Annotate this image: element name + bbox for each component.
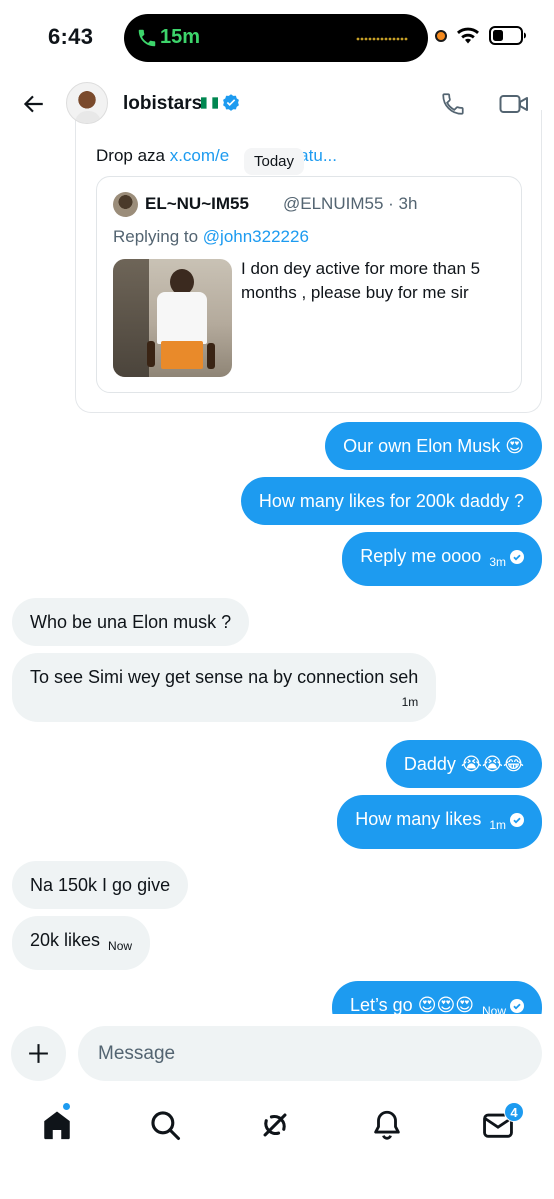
recording-indicator-dot — [435, 30, 447, 42]
tweet-photo[interactable] — [113, 259, 232, 377]
tweet-text: I don dey active for more than 5 months … — [241, 259, 481, 302]
message-bubble-sent[interactable]: Our own Elon Musk 😍 — [325, 422, 542, 470]
message-bubble-received[interactable]: To see Simi wey get sense na by connecti… — [12, 653, 437, 722]
message-bubble-sent[interactable]: How many likes 1m — [337, 795, 542, 849]
message-bubble-received[interactable]: 20k likes Now — [12, 916, 151, 970]
avatar[interactable] — [66, 82, 108, 124]
search-icon[interactable] — [148, 1108, 182, 1142]
photo-bottle-right — [207, 343, 215, 369]
call-duration: 15m — [160, 26, 201, 48]
replying-to-line: Replying to @john322226 — [113, 227, 309, 246]
message-bubble-received[interactable]: Who be una Elon musk ? — [12, 598, 250, 646]
plus-icon — [29, 1044, 48, 1063]
video-camera-icon[interactable] — [499, 91, 529, 117]
photo-child-shorts — [161, 341, 203, 369]
audio-waveform-icon — [356, 37, 408, 41]
conversation-header-bar: lobistars — [0, 76, 554, 134]
attach-plus-button[interactable] — [11, 1026, 66, 1081]
tweet-handle-time: @ELNUIM55 · 3h — [283, 194, 418, 213]
photo-doorway — [113, 259, 149, 377]
read-receipt-check-icon — [510, 550, 524, 564]
messages-unread-badge: 4 — [504, 1102, 524, 1122]
verified-badge-icon — [223, 94, 239, 111]
back-arrow-icon[interactable] — [20, 91, 46, 117]
message-bubble-sent[interactable]: Daddy 😭😭😂 — [385, 740, 542, 788]
date-divider: Today — [244, 148, 305, 175]
phone-icon — [138, 29, 156, 47]
quoted-tweet[interactable]: EL~NU~IM55 @ELNUIM55 · 3h Replying to @j… — [96, 176, 522, 393]
tweet-author-name[interactable]: EL~NU~IM55 — [145, 194, 249, 214]
notifications-icon[interactable] — [370, 1108, 404, 1142]
conversation-username[interactable]: lobistars — [123, 93, 202, 115]
message-timestamp: 1m — [489, 818, 506, 832]
tweet-author-avatar[interactable] — [113, 192, 138, 217]
message-timestamp: 3m — [489, 555, 506, 569]
nigeria-flag-icon — [201, 97, 218, 109]
photo-child-shirt — [157, 292, 207, 344]
wifi-icon — [457, 27, 479, 44]
status-time: 6:43 — [48, 24, 94, 49]
grok-icon[interactable] — [258, 1108, 292, 1142]
read-receipt-check-icon — [510, 813, 524, 827]
status-bar: 6:43 15m — [0, 0, 554, 72]
message-timestamp: Now — [108, 939, 133, 953]
shared-post-card[interactable]: Drop aza x.com/e/statu... EL~NU~IM55 @EL… — [75, 110, 542, 413]
photo-bottle-left — [147, 341, 155, 367]
message-bubble-sent[interactable]: Reply me oooo 3m — [342, 532, 542, 586]
message-bubble-sent[interactable]: How many likes for 200k daddy ? — [240, 477, 542, 525]
message-bubble-received[interactable]: Na 150k I go give — [12, 861, 189, 909]
replying-to-mention[interactable]: @john322226 — [203, 227, 309, 246]
read-receipt-check-icon — [510, 999, 524, 1013]
message-input[interactable] — [78, 1026, 542, 1081]
home-notification-dot — [62, 1102, 71, 1111]
bottom-navigation — [0, 1094, 554, 1199]
dynamic-island-call-indicator[interactable]: 15m — [124, 14, 428, 62]
message-composer — [0, 1014, 554, 1094]
battery-icon — [489, 26, 526, 45]
message-timestamp: 1m — [401, 695, 419, 709]
home-icon[interactable] — [40, 1108, 74, 1142]
phone-icon[interactable] — [440, 91, 466, 117]
